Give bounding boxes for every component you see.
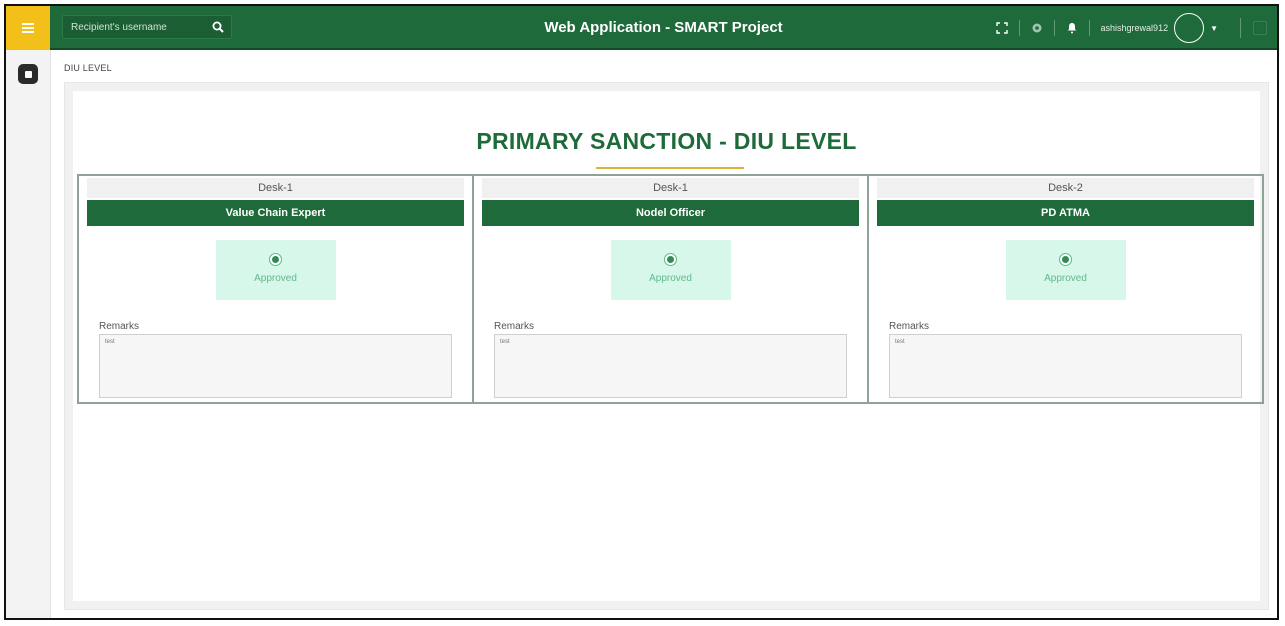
- status-text: Approved: [254, 273, 297, 284]
- main-content: PRIMARY SANCTION - DIU LEVEL Desk-1 Valu…: [64, 82, 1269, 610]
- left-rail: [6, 6, 51, 618]
- status-text: Approved: [1044, 273, 1087, 284]
- approval-status: Approved: [610, 240, 731, 300]
- header-divider: [1018, 20, 1020, 36]
- username-label[interactable]: ashishgrewal912: [1101, 23, 1169, 33]
- desk-card: Desk-1 Value Chain Expert Approved Remar…: [79, 176, 474, 402]
- desk-role: PD ATMA: [877, 200, 1254, 226]
- search-input[interactable]: [63, 16, 219, 38]
- header-divider: [1088, 20, 1090, 36]
- header-divider: [1053, 20, 1055, 36]
- remarks-textarea[interactable]: test: [99, 334, 452, 398]
- app-window: Web Application - SMART Project ashishgr…: [4, 4, 1279, 620]
- status-text: Approved: [649, 273, 692, 284]
- remarks-textarea[interactable]: test: [494, 334, 847, 398]
- header-extra-icon[interactable]: [1253, 21, 1267, 35]
- search-box: [62, 15, 232, 39]
- remarks-label: Remarks: [889, 321, 930, 332]
- desk-role: Value Chain Expert: [87, 200, 464, 226]
- top-header: Web Application - SMART Project ashishgr…: [50, 6, 1277, 50]
- radio-checked-icon: [1058, 253, 1072, 266]
- radio-checked-icon: [268, 253, 282, 266]
- avatar[interactable]: [1174, 13, 1205, 43]
- remarks-label: Remarks: [99, 321, 140, 332]
- content-panel: PRIMARY SANCTION - DIU LEVEL Desk-1 Valu…: [73, 91, 1264, 601]
- header-divider: [1240, 18, 1241, 38]
- fullscreen-icon[interactable]: [994, 20, 1010, 36]
- chevron-down-icon[interactable]: ▼: [1210, 24, 1218, 33]
- hamburger-menu-button[interactable]: [6, 6, 50, 50]
- remarks-label: Remarks: [494, 321, 535, 332]
- page-title: PRIMARY SANCTION - DIU LEVEL: [476, 128, 857, 154]
- desk-card: Desk-1 Nodel Officer Approved Remarks te…: [474, 176, 869, 402]
- remarks-textarea[interactable]: test: [889, 334, 1242, 398]
- desk-label: Desk-2: [877, 178, 1254, 198]
- breadcrumb: DIU LEVEL: [64, 63, 112, 73]
- desk-card: Desk-2 PD ATMA Approved Remarks test: [869, 176, 1262, 402]
- desk-grid: Desk-1 Value Chain Expert Approved Remar…: [77, 174, 1264, 404]
- settings-icon[interactable]: [1029, 20, 1045, 36]
- hamburger-icon: [22, 23, 34, 33]
- header-actions: ashishgrewal912 ▼: [994, 6, 1267, 50]
- title-underline: [596, 167, 744, 169]
- desk-label: Desk-1: [482, 178, 859, 198]
- desk-role: Nodel Officer: [482, 200, 859, 226]
- notification-bell-icon[interactable]: [1064, 20, 1080, 36]
- desk-label: Desk-1: [87, 178, 464, 198]
- search-icon[interactable]: [211, 20, 225, 34]
- radio-checked-icon: [663, 253, 677, 266]
- approval-status: Approved: [215, 240, 336, 300]
- approval-status: Approved: [1005, 240, 1126, 300]
- rail-nav-icon[interactable]: [18, 64, 38, 84]
